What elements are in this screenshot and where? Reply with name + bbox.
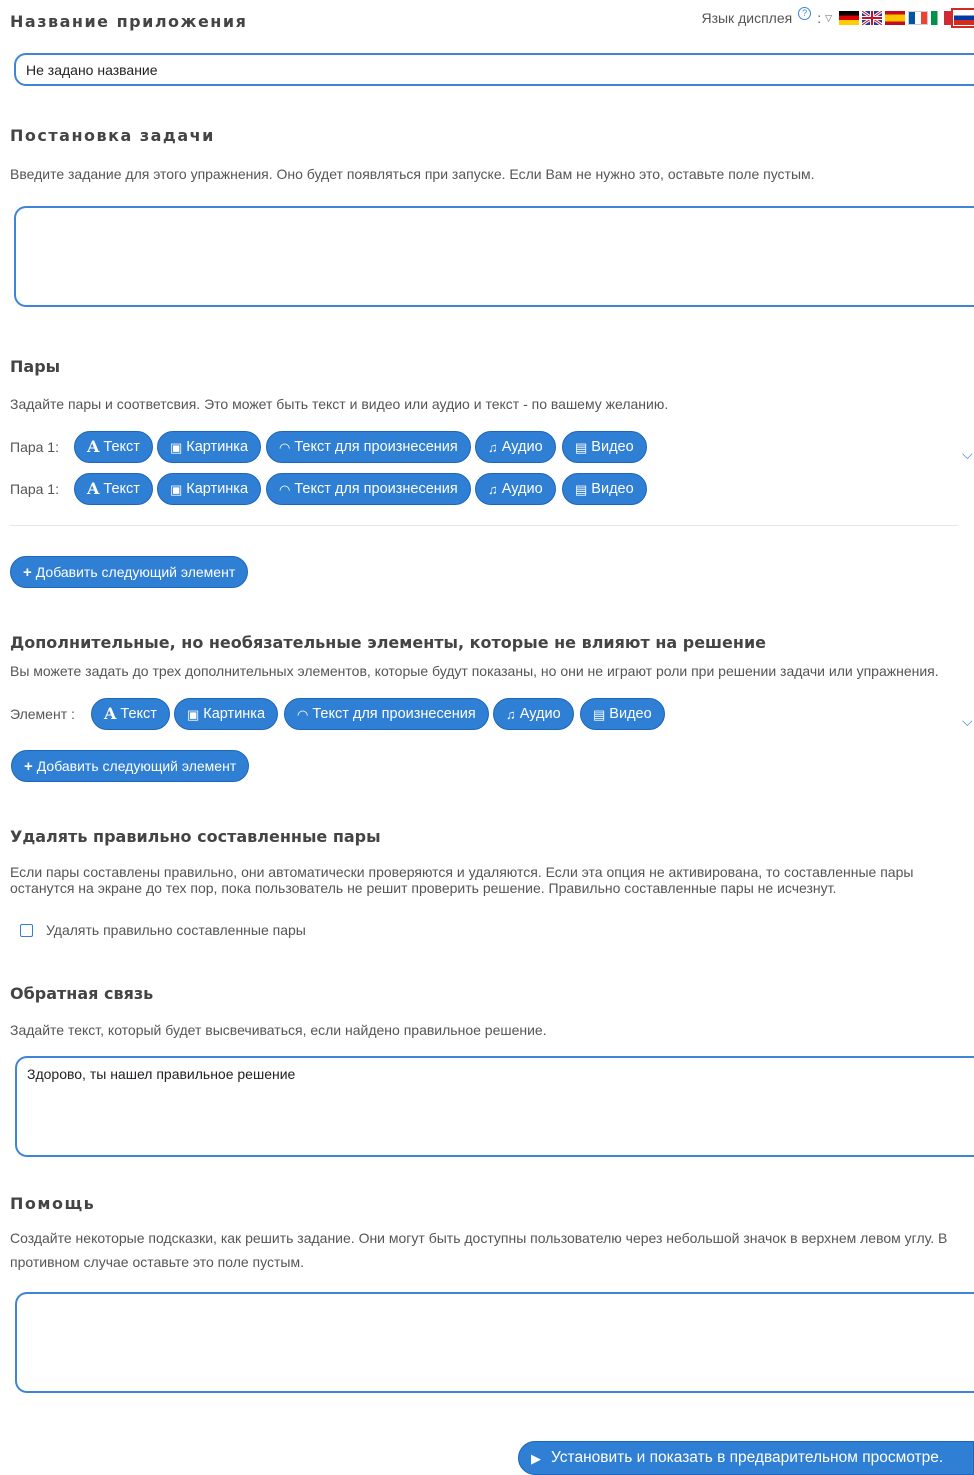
play-icon: ▶	[531, 1450, 541, 1466]
text-icon: A	[87, 437, 100, 456]
help-textarea[interactable]	[15, 1292, 974, 1393]
image-icon: ▣	[187, 706, 200, 722]
image-icon: ▣	[170, 439, 183, 455]
task-heading: Постановка задачи	[10, 126, 215, 145]
feedback-textarea[interactable]: Здорово, ты нашел правильное решение	[15, 1056, 974, 1157]
extra-speech-button[interactable]: ◠ Текст для произнесения	[284, 698, 489, 730]
headphones-icon: ◠	[279, 439, 291, 455]
flag-fr-icon[interactable]	[908, 11, 928, 25]
music-icon: ♫	[506, 706, 516, 722]
text-icon: A	[104, 704, 117, 723]
pair1-audio-button[interactable]: ♫ Аудио	[475, 431, 556, 463]
app-name-heading: Название приложения	[10, 12, 248, 31]
headphones-icon: ◠	[297, 706, 309, 722]
pairs-heading: Пары	[10, 357, 61, 376]
chevron-down-icon[interactable]: ⌵	[962, 446, 973, 463]
film-icon: ▤	[575, 481, 588, 497]
help-icon[interactable]: ?	[798, 6, 812, 20]
pair2-video-button[interactable]: ▤ Видео	[562, 473, 647, 505]
film-icon: ▤	[575, 439, 588, 455]
flag-de-icon[interactable]	[839, 11, 859, 25]
element-row-label: Элемент :	[10, 706, 75, 722]
remove-pairs-heading: Удалять правильно составленные пары	[10, 827, 381, 846]
pair2-speech-button[interactable]: ◠ Текст для произнесения	[266, 473, 471, 505]
remove-pairs-checkbox[interactable]	[20, 923, 33, 937]
pair1-image-button[interactable]: ▣ Картинка	[157, 431, 262, 463]
task-textarea[interactable]	[14, 206, 974, 307]
extra-image-button[interactable]: ▣ Картинка	[174, 698, 279, 730]
flag-it-icon[interactable]	[931, 11, 951, 25]
extra-audio-button[interactable]: ♫ Аудио	[493, 698, 574, 730]
pair2-image-button[interactable]: ▣ Картинка	[157, 473, 262, 505]
add-extra-element-button[interactable]: + Добавить следующий элемент	[11, 750, 250, 782]
plus-icon: +	[24, 757, 33, 775]
help-heading: Помощь	[10, 1194, 96, 1213]
pair2-audio-button[interactable]: ♫ Аудио	[475, 473, 556, 505]
pair2-text-button[interactable]: A Текст	[74, 473, 153, 505]
remove-pairs-description: Если пары составлены правильно, они авто…	[10, 864, 914, 896]
task-description: Введите задание для этого упражнения. Он…	[10, 166, 815, 182]
remove-pairs-checkbox-row[interactable]: Удалять правильно составленные пары	[20, 922, 306, 938]
image-icon: ▣	[170, 481, 183, 497]
music-icon: ♫	[488, 439, 498, 455]
pair1-text-button[interactable]: A Текст	[74, 431, 153, 463]
app-name-input[interactable]	[14, 53, 974, 86]
add-pair-element-button[interactable]: + Добавить следующий элемент	[10, 556, 249, 588]
dropdown-arrow-icon[interactable]: ▽	[825, 13, 832, 24]
flag-gb-icon[interactable]	[862, 11, 882, 25]
help-description: Создайте некоторые подсказки, как решить…	[10, 1230, 948, 1270]
pair-row-label: Пара 1:	[10, 439, 59, 455]
pair1-speech-button[interactable]: ◠ Текст для произнесения	[266, 431, 471, 463]
extra-text-button[interactable]: A Текст	[91, 698, 170, 730]
extra-video-button[interactable]: ▤ Видео	[580, 698, 665, 730]
text-icon: A	[87, 479, 100, 498]
flag-es-icon[interactable]	[885, 11, 905, 25]
music-icon: ♫	[488, 481, 498, 497]
display-language-label: Язык дисплея	[701, 10, 793, 26]
display-language-selector: Язык дисплея ? : ▽	[701, 6, 974, 28]
film-icon: ▤	[593, 706, 606, 722]
pair1-video-button[interactable]: ▤ Видео	[562, 431, 647, 463]
plus-icon: +	[23, 563, 32, 581]
pairs-description: Задайте пары и соответсвия. Это может бы…	[10, 396, 669, 412]
flag-ru-icon[interactable]	[951, 8, 974, 28]
feedback-description: Задайте текст, который будет высвечивать…	[10, 1022, 547, 1038]
remove-pairs-checkbox-label: Удалять правильно составленные пары	[46, 922, 306, 938]
extra-description: Вы можете задать до трех дополнительных …	[10, 663, 939, 679]
feedback-heading: Обратная связь	[10, 984, 154, 1003]
extra-heading: Дополнительные, но необязательные элемен…	[10, 633, 766, 652]
divider	[10, 525, 958, 526]
pair-row-label: Пара 1:	[10, 481, 59, 497]
chevron-down-icon[interactable]: ⌵	[962, 713, 973, 730]
headphones-icon: ◠	[279, 481, 291, 497]
